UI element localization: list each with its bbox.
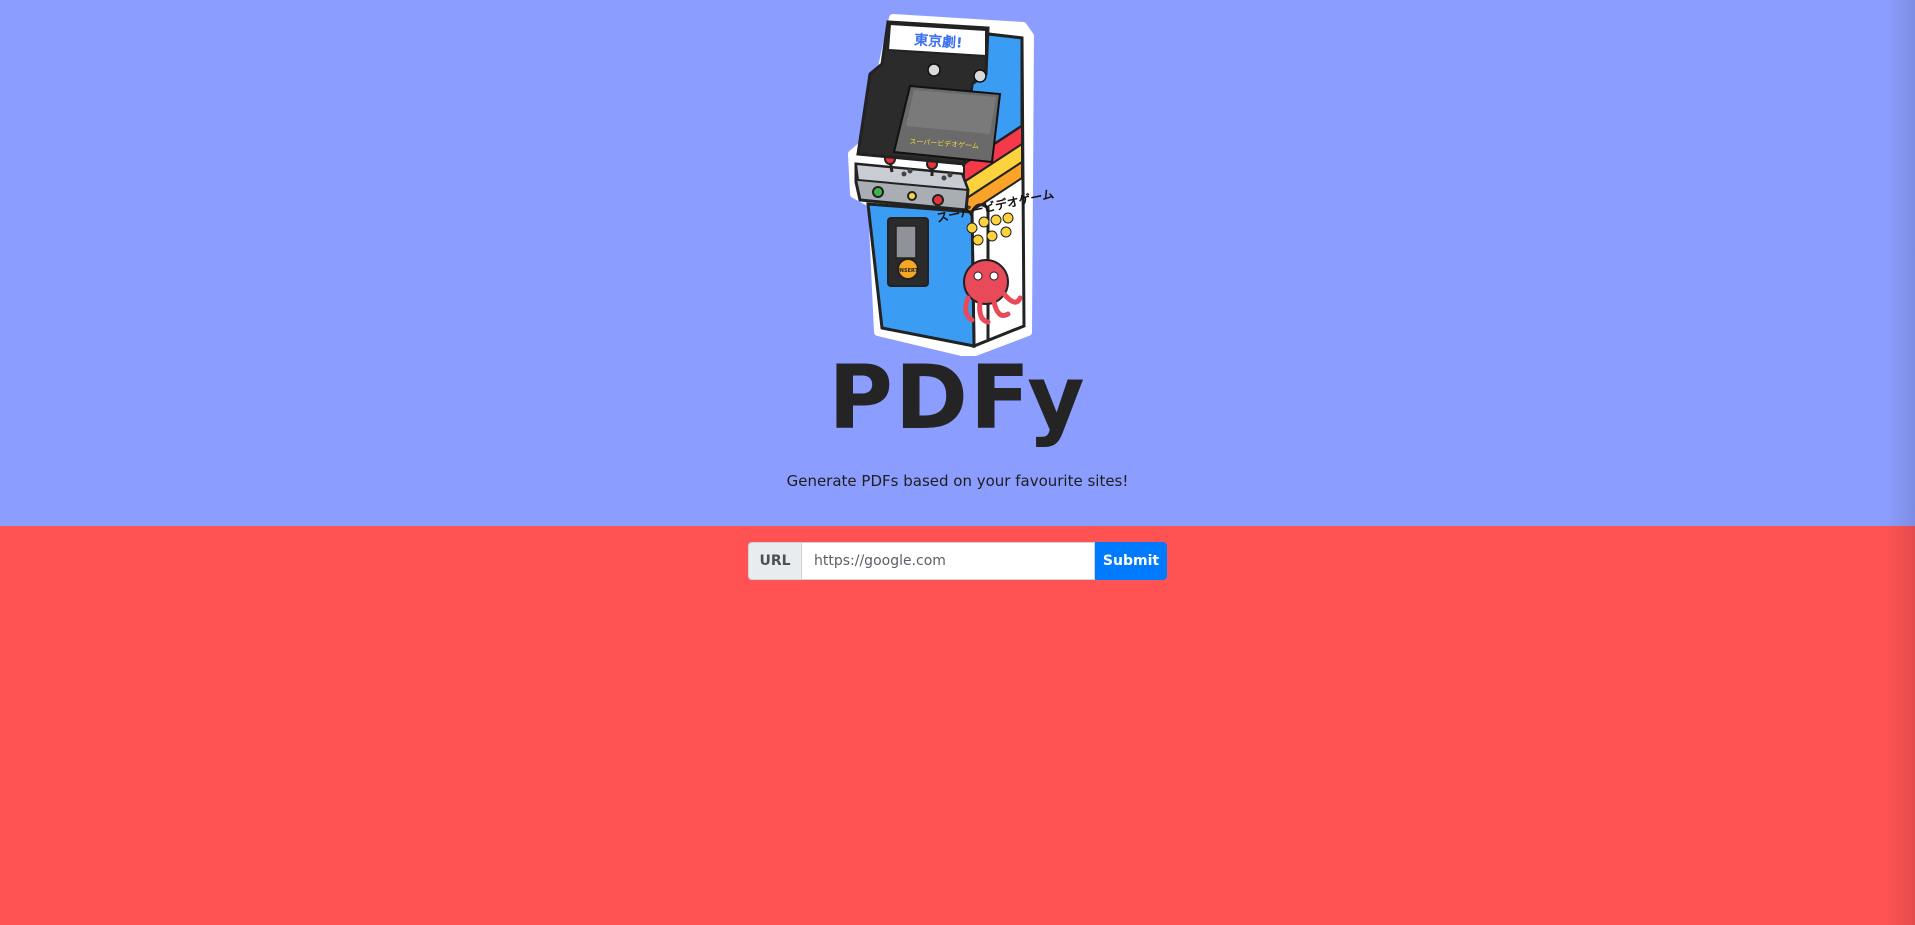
marquee-text: 東京劇!: [914, 31, 963, 51]
coin-text: INSERT: [898, 268, 919, 274]
page-title: PDFy: [828, 346, 1087, 449]
page-subtitle: Generate PDFs based on your favourite si…: [786, 472, 1129, 490]
url-input[interactable]: [801, 542, 1095, 580]
arcade-cabinet-icon: 東京劇! スーパービデオゲーム スーパービデオゲーム INSERT: [848, 14, 1055, 356]
url-input-label: URL: [748, 542, 801, 580]
form-section: [0, 526, 1915, 925]
submit-button[interactable]: Submit: [1095, 542, 1167, 580]
url-form: URL Submit: [748, 542, 1167, 580]
page: 東京劇! スーパービデオゲーム スーパービデオゲーム INSERT PDFy G…: [0, 0, 1915, 925]
